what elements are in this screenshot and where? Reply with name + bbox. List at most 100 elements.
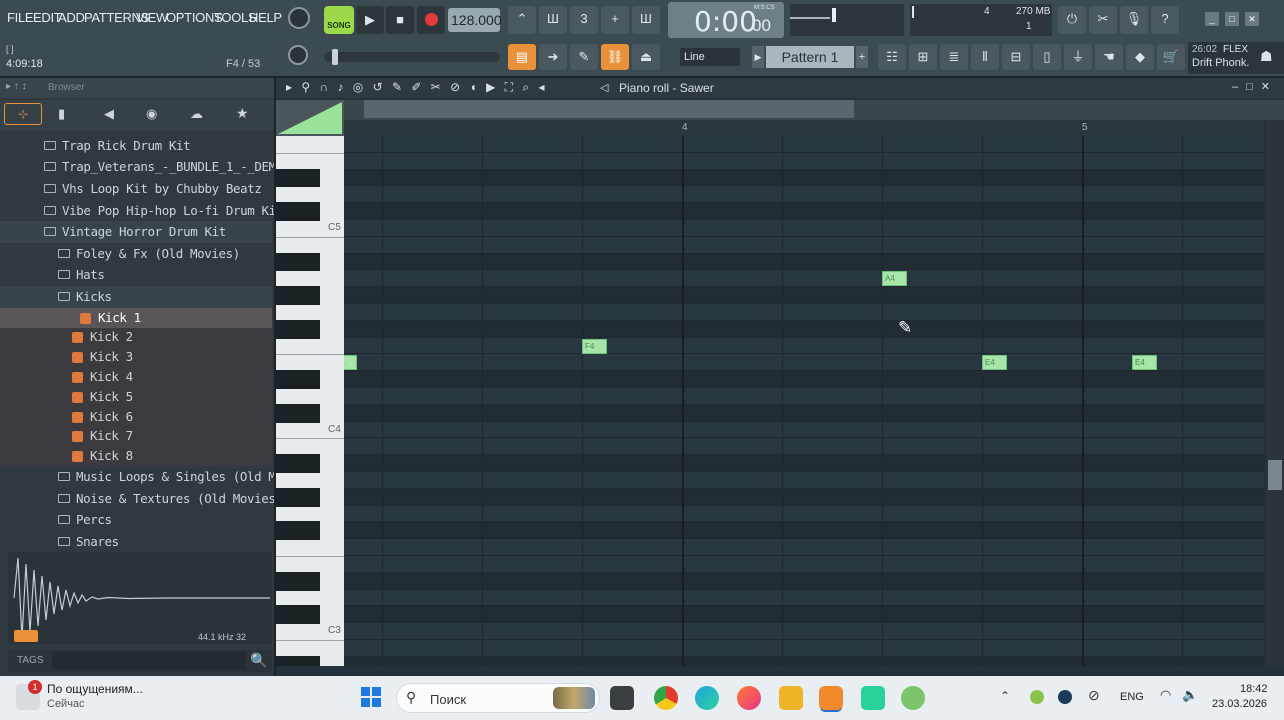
pencil-tool-button[interactable]: ✎ [570,44,598,70]
channel-rack-button[interactable]: ≣ [940,44,968,70]
vertical-scrollbar[interactable] [1266,120,1284,666]
add-pattern-button[interactable]: + [856,46,868,68]
black-key[interactable] [276,319,320,339]
master-volume-knob[interactable] [288,7,310,29]
tab-sounds[interactable]: ◉ [146,106,157,122]
pattern-selector[interactable]: Pattern 1 [766,46,854,68]
tags-input[interactable] [52,652,246,670]
timeline-ruler[interactable]: 45 [344,120,1264,136]
metronome-button[interactable]: ⌃ [508,6,536,34]
main-pitch-slider[interactable] [324,49,500,65]
menu-view[interactable]: VIEW [136,10,168,25]
black-key[interactable] [276,655,320,666]
piano-roll-button[interactable]: ▤ [508,44,536,70]
browser-folder-item[interactable]: Foley & Fx (Old Movies) [0,243,272,265]
loop-record-button[interactable]: Ш [632,6,660,34]
browser-sample-item[interactable]: Kick 7 [0,426,272,447]
project-picker-button[interactable]: ▯ [1033,44,1061,70]
browser-sample-item[interactable]: Kick 4 [0,367,272,387]
tab-favorites[interactable]: ★ [236,105,249,122]
black-key[interactable] [276,571,320,591]
black-key[interactable] [276,202,320,221]
browser-folder-item[interactable]: Vhs Loop Kit by Chubby Beatz [0,178,272,200]
black-key[interactable] [276,403,320,423]
taskbar-music-icon[interactable] [737,686,761,710]
link-button[interactable]: ⛓ [601,44,629,70]
browser-folder-item[interactable]: Vintage Horror Drum Kit [0,221,272,243]
note-block[interactable]: E4 [344,355,357,371]
master-pitch-knob[interactable] [288,45,308,65]
browser-folder-item[interactable]: Percs [0,509,272,531]
main-pitch-slider-handle[interactable] [332,49,338,65]
tray-app-icon[interactable] [1030,690,1044,704]
browser-folder-item[interactable]: Trap Rick Drum Kit [0,135,272,157]
black-key[interactable] [276,168,320,188]
plugin-database-button[interactable]: ⏚ [1064,44,1092,70]
start-button[interactable] [360,686,382,708]
browser-folder-item[interactable]: Kicks [0,286,272,308]
browser-sample-item[interactable]: Kick 3 [0,347,272,368]
minimize-button[interactable]: _ [1205,12,1219,26]
notification-title[interactable]: По ощущениям... [47,682,143,696]
browser-sample-item[interactable]: Kick 6 [0,406,272,427]
preview-play-button[interactable] [14,630,38,642]
taskbar-android-icon[interactable] [901,686,925,710]
browser-folder-item[interactable]: Noise & Textures (Old Movies) [0,488,274,510]
song-mode-toggle[interactable]: SONG [324,6,354,34]
volume-icon[interactable]: 🔈 [1182,687,1198,703]
taskbar-edge-icon[interactable] [695,686,719,710]
note-block[interactable]: A4 [882,271,907,287]
pattern-prev-button[interactable]: ▶ [752,46,764,68]
tab-plugins[interactable]: ◀ [104,106,114,122]
taskbar-chrome-icon[interactable] [654,686,678,710]
note-grid[interactable]: A4E4F4E4E4F4F4F4 [344,136,1264,666]
tab-all[interactable]: ⊹ [4,103,42,125]
note-block[interactable]: E4 [982,355,1007,371]
cut-button[interactable]: ✂ [1089,6,1117,34]
taskbar-explorer-icon[interactable] [779,686,803,710]
undo-history-button[interactable]: ⏻ [1058,6,1086,34]
close-button[interactable]: ✕ [1245,12,1259,26]
snap-selector[interactable]: Line [680,48,740,66]
tray-steam-icon[interactable] [1058,690,1072,704]
browser-folder-item[interactable]: Vibe Pop Hip-hop Lo-fi Drum Kit [0,200,274,222]
clock-date[interactable]: 23.03.2026 [1212,698,1267,710]
countdown-button[interactable]: 3 [570,6,598,34]
search-icon[interactable]: 🔍 [250,652,267,669]
browser-sample-item[interactable]: Kick 5 [0,387,272,407]
taskbar-flstudio-icon[interactable] [819,686,843,710]
black-key[interactable] [276,454,320,473]
language-indicator[interactable]: ENG [1120,691,1144,703]
menu-file[interactable]: FILE [7,10,34,25]
black-key[interactable] [276,252,320,272]
menu-help[interactable]: HELP [249,10,282,25]
touch-controller-button[interactable]: ☚ [1095,44,1123,70]
playlist-button[interactable]: ☷ [878,44,906,70]
black-key[interactable] [276,370,320,389]
help-button[interactable]: ? [1151,6,1179,34]
browser-sample-item[interactable]: Kick 8 [0,446,272,467]
record-button[interactable] [417,6,445,34]
browser-folder-item[interactable]: Hats [0,265,272,287]
tray-network-off-icon[interactable]: ⊘ [1088,687,1100,704]
piano-keys[interactable]: C5 C4 C3 [276,136,344,666]
menu-add[interactable]: ADD [58,10,85,25]
browser-folder-item[interactable]: Music Loops & Singles (Old Movies) [0,466,274,488]
channel-routing-button[interactable]: ⊟ [1002,44,1030,70]
tab-files[interactable]: ▮ [58,106,65,122]
shop-button[interactable]: 🛒 [1157,44,1185,70]
vertical-scroll-thumb[interactable] [1268,460,1282,490]
overview-window[interactable] [364,100,854,118]
wait-input-button[interactable]: Ш [539,6,567,34]
taskbar-search[interactable]: ⚲ Поиск [396,683,600,713]
stop-button[interactable]: ■ [386,6,414,34]
window-controls[interactable]: –□✕ [1232,80,1278,93]
note-block[interactable]: F4 [582,338,607,354]
taskbar-task-view-icon[interactable] [610,686,634,710]
black-key[interactable] [276,605,320,625]
mixer-button[interactable]: ⫴ [971,44,999,70]
news-panel[interactable]: 26:02 FLEX Drift Phonk. ☗ [1188,42,1284,74]
note-block[interactable]: E4 [1132,355,1157,371]
browser-sample-item[interactable]: Kick 2 [0,327,272,348]
maximize-button[interactable]: □ [1225,12,1239,26]
